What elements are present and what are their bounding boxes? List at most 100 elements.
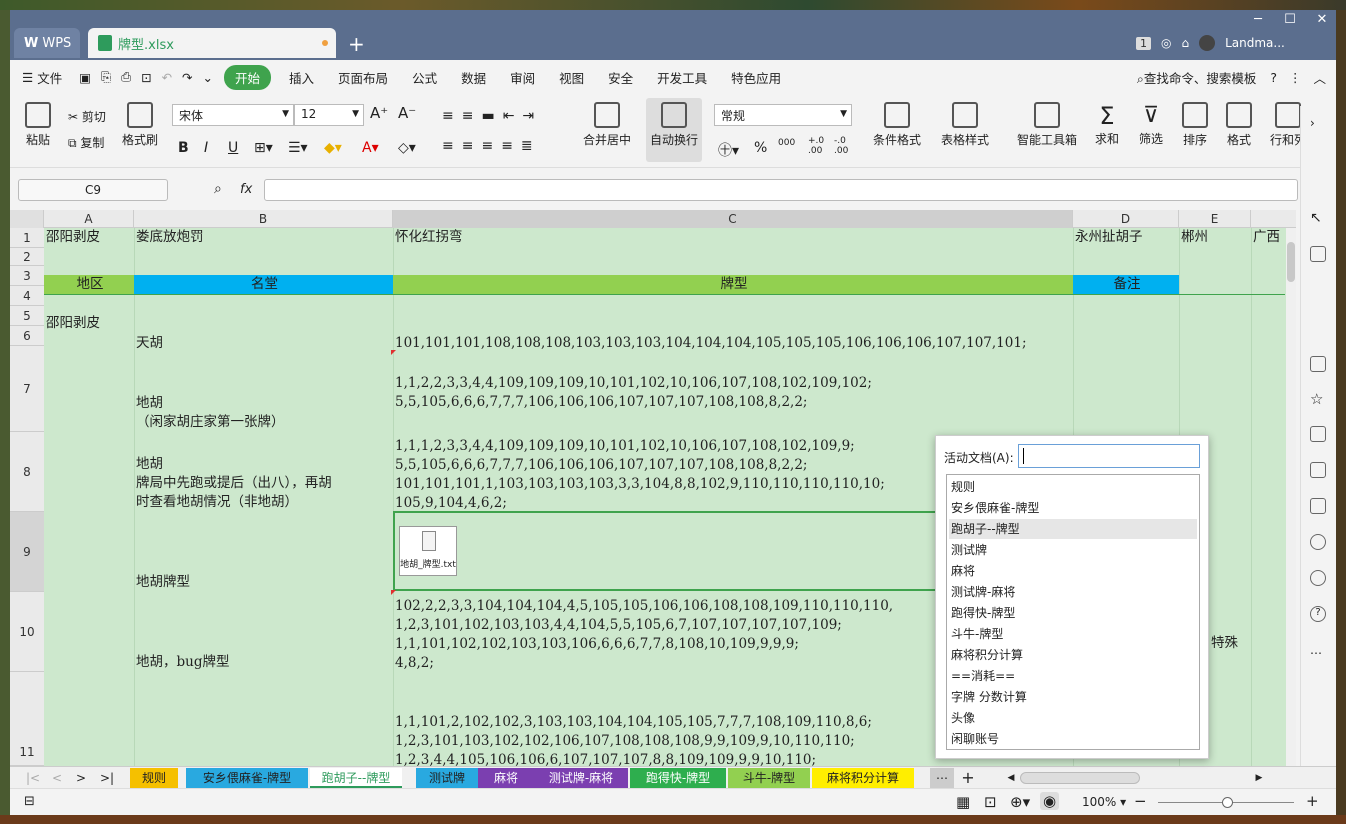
zoom-out-button[interactable]: − — [1134, 792, 1147, 810]
font-color-button[interactable]: A▾ — [362, 140, 379, 156]
active-document-input[interactable] — [1018, 444, 1200, 468]
hamburger-icon[interactable]: ☰ — [10, 70, 37, 85]
thousands-button[interactable]: 000 — [778, 138, 795, 148]
format-painter-button[interactable]: 格式刷 — [120, 102, 160, 148]
table-style-button[interactable]: 表格样式 — [936, 102, 994, 148]
cut-button[interactable]: ✂ 剪切 — [68, 108, 106, 125]
sheet-tab-douniu[interactable]: 斗牛-牌型 — [728, 768, 810, 788]
page-break-view-icon[interactable]: ⊡ — [984, 793, 997, 811]
sheet-list-item[interactable]: 麻将 — [949, 561, 1197, 581]
eye-protection-icon[interactable]: ◉ — [1040, 792, 1060, 810]
avatar[interactable] — [1199, 35, 1216, 51]
sheet-tab-paohuzi[interactable]: 跑胡子--牌型 — [310, 768, 402, 788]
cell-a3-region-header[interactable]: 地区 — [44, 275, 134, 294]
export-icon[interactable]: ⎘ — [96, 69, 116, 85]
user-name[interactable]: Landma... — [1225, 36, 1285, 50]
conditional-format-button[interactable]: 条件格式 — [868, 102, 926, 148]
cell-c3-pattern-header[interactable]: 牌型 — [393, 275, 1073, 294]
menu-review[interactable]: 审阅 — [498, 68, 547, 87]
archive-icon[interactable] — [1310, 426, 1326, 442]
fx-button[interactable]: fx — [240, 182, 252, 197]
clear-button[interactable]: ◇▾ — [398, 140, 416, 156]
vertical-scrollbar[interactable] — [1286, 228, 1296, 766]
row-header[interactable]: 4 — [10, 286, 44, 306]
cell-f1[interactable]: 广西 — [1251, 228, 1287, 247]
sheet-tab-mahjong[interactable]: 麻将 — [478, 768, 534, 788]
vertical-align-buttons[interactable]: ≡≡▬⇤⇥ — [442, 108, 542, 124]
sheet-tab-mahjong-score[interactable]: 麻将积分计算 — [812, 768, 914, 788]
sheet-list-item[interactable]: 闲聊账号 — [949, 729, 1197, 749]
cell-a1[interactable]: 邵阳剥皮 — [44, 228, 134, 247]
horizontal-align-buttons[interactable]: ≡≡≡≡≣ — [442, 138, 541, 154]
percent-button[interactable]: % — [754, 140, 767, 156]
cell-d1[interactable]: 永州扯胡子 — [1073, 228, 1179, 247]
row-header[interactable]: 11 — [10, 672, 44, 766]
embedded-file-attachment[interactable]: 地胡_牌型.txt — [399, 526, 457, 576]
hscroll-right-button[interactable]: ▶ — [1254, 768, 1264, 788]
column-header-c[interactable]: C — [393, 210, 1073, 228]
sort-button[interactable]: 排序 — [1178, 102, 1212, 148]
history-icon[interactable] — [1310, 570, 1326, 586]
font-family-select[interactable]: 宋体 ▼ — [172, 104, 294, 126]
last-sheet-button[interactable]: >| — [98, 768, 116, 788]
paste-button[interactable]: 粘贴 — [20, 102, 56, 148]
window-count-badge[interactable]: 1 — [1136, 36, 1151, 50]
border-button[interactable]: ⊞▾ — [254, 140, 273, 156]
menu-formula[interactable]: 公式 — [400, 68, 449, 87]
bold-button[interactable]: B — [178, 140, 189, 156]
cell-b9[interactable]: 地胡牌型 — [134, 573, 393, 592]
italic-button[interactable]: I — [204, 140, 208, 156]
filter-button[interactable]: ⊽ 筛选 — [1134, 102, 1168, 147]
tab-document[interactable]: 牌型.xlsx — [88, 28, 336, 58]
help-icon[interactable]: ? — [1264, 70, 1283, 85]
cell-style-button[interactable]: ☰▾ — [288, 140, 308, 156]
zoom-slider-handle[interactable] — [1222, 797, 1233, 808]
sheet-list-item[interactable]: 字牌 分数计算 — [949, 687, 1197, 707]
sheet-list-item[interactable]: 测试牌-麻将 — [949, 582, 1197, 602]
sheet-tab-rules[interactable]: 规则 — [130, 768, 178, 788]
sheet-list-item-selected[interactable]: 跑胡子--牌型 — [949, 519, 1197, 539]
print-icon[interactable]: ⎙ — [116, 69, 136, 85]
row-header[interactable]: 10 — [10, 592, 44, 672]
row-header[interactable]: 5 — [10, 306, 44, 326]
security-icon[interactable] — [1310, 534, 1326, 550]
menu-view[interactable]: 视图 — [547, 68, 596, 87]
zoom-select[interactable]: 100% ▾ — [1082, 795, 1126, 809]
cell-b8[interactable]: 地胡 牌局中先跑或提后（出八），再胡 时查看地胡情况（非地胡） — [134, 455, 393, 512]
column-header-a[interactable]: A — [44, 210, 134, 228]
reading-mode-icon[interactable]: ⊕▾ — [1010, 793, 1030, 811]
sheet-tab-test-mahjong[interactable]: 测试牌-麻将 — [534, 768, 628, 788]
gallery-icon[interactable] — [1310, 356, 1326, 372]
wrap-text-button[interactable]: 自动换行 — [646, 98, 702, 162]
name-box[interactable]: C9 — [18, 179, 168, 201]
macro-record-icon[interactable]: ⊟ — [24, 794, 35, 809]
sheet-list-item[interactable]: 测试牌 — [949, 540, 1197, 560]
row-header[interactable]: 6 — [10, 326, 44, 346]
cell-c6[interactable]: 101,101,101,108,108,108,103,103,103,104,… — [393, 334, 1073, 353]
more-dots-icon[interactable]: ⋯ — [1310, 646, 1326, 662]
cell-b3-name-header[interactable]: 名堂 — [134, 275, 393, 294]
font-grow-button[interactable]: A⁺ — [370, 104, 388, 122]
zoom-formula-icon[interactable]: ⌕ — [214, 181, 222, 197]
image-icon[interactable] — [1310, 498, 1326, 514]
vertical-scrollbar-thumb[interactable] — [1287, 242, 1295, 282]
menu-file[interactable]: 文件 — [37, 68, 74, 87]
sheet-tab-test[interactable]: 测试牌 — [416, 768, 478, 788]
normal-view-icon[interactable]: ▦ — [956, 793, 970, 811]
next-sheet-button[interactable]: > — [74, 768, 88, 788]
sheet-list-item[interactable]: 安乡偎麻雀-牌型 — [949, 498, 1197, 518]
hscroll-left-button[interactable]: ◀ — [1006, 768, 1016, 788]
cell-d3-note-header[interactable]: 备注 — [1073, 275, 1179, 294]
search-command[interactable]: ⌕查找命令、搜索模板 — [1125, 68, 1265, 87]
save-icon[interactable]: ▣ — [74, 70, 96, 85]
cell-b7[interactable]: 地胡 （闲家胡庄家第一张牌） — [134, 394, 393, 432]
redo-icon[interactable]: ↷ — [177, 70, 197, 85]
smart-toolbox-button[interactable]: 智能工具箱 — [1016, 102, 1078, 148]
new-tab-button[interactable]: + — [348, 32, 365, 56]
undo-icon[interactable]: ↶ — [157, 70, 177, 85]
sheet-list[interactable]: 规则 安乡偎麻雀-牌型 跑胡子--牌型 测试牌 麻将 测试牌-麻将 跑得快-牌型… — [946, 474, 1200, 750]
format-button[interactable]: 格式 — [1222, 102, 1256, 148]
cursor-icon[interactable]: ↖ — [1310, 210, 1326, 226]
cell-e1[interactable]: 郴州 — [1179, 228, 1251, 247]
sum-button[interactable]: Σ 求和 — [1090, 102, 1124, 147]
